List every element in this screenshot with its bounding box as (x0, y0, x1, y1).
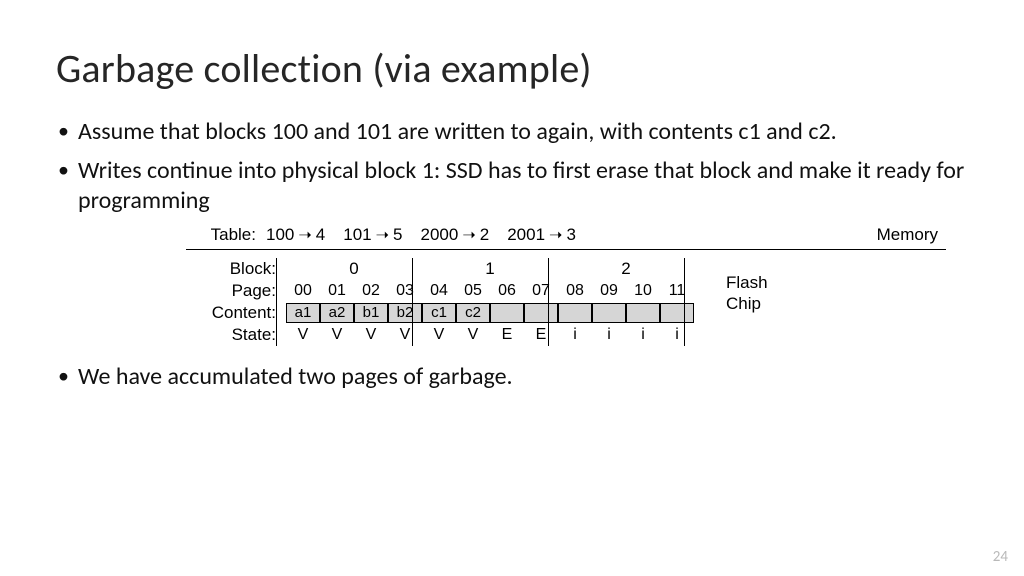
content-cell: a1 (286, 303, 320, 323)
state-cell: V (320, 325, 354, 345)
page-cell: 08 (558, 281, 592, 301)
page-cell: 07 (524, 281, 558, 301)
block-divider (684, 258, 685, 346)
content-cell (592, 303, 626, 323)
page-number: 24 (993, 548, 1008, 566)
content-cell: a2 (320, 303, 354, 323)
content-cell (524, 303, 558, 323)
mapping-physical: 3 (566, 225, 575, 245)
page-cell: 11 (660, 281, 694, 301)
content-label: Content: (186, 303, 286, 323)
page-cell: 04 (422, 281, 456, 301)
page-cell: 05 (456, 281, 490, 301)
content-cell: c2 (456, 303, 490, 323)
bullet-item: We have accumulated two pages of garbage… (56, 362, 968, 393)
page-cell: 01 (320, 281, 354, 301)
page-cell: 03 (388, 281, 422, 301)
block-number: 1 (422, 259, 558, 279)
page-label: Page: (186, 281, 286, 301)
mapping-pair: 100 ➝ 4 (266, 225, 325, 245)
page-row: Page: 000102030405060708091011 (186, 280, 946, 302)
state-cell: i (626, 325, 660, 345)
mapping-logical: 100 (266, 225, 294, 245)
content-cell (558, 303, 592, 323)
flash-label-line2: Chip (726, 294, 761, 313)
flash-label-line1: Flash (726, 273, 768, 292)
state-row: State: VVVVVVEEiiii (186, 324, 946, 346)
bullet-item: Writes continue into physical block 1: S… (56, 156, 968, 217)
state-cell: V (354, 325, 388, 345)
content-cell (660, 303, 694, 323)
mapping-physical: 2 (480, 225, 489, 245)
state-cell: V (422, 325, 456, 345)
memory-label: Memory (877, 225, 946, 245)
mapping-pair: 101 ➝ 5 (343, 225, 402, 245)
mapping-logical: 101 (343, 225, 371, 245)
ssd-diagram: Table: 100 ➝ 4 101 ➝ 5 2000 ➝ 2 2001 ➝ 3… (186, 225, 946, 346)
arrow-right-icon: ➝ (376, 225, 389, 245)
page-cell: 00 (286, 281, 320, 301)
mapping-table-row: Table: 100 ➝ 4 101 ➝ 5 2000 ➝ 2 2001 ➝ 3… (186, 225, 946, 245)
state-cell: i (592, 325, 626, 345)
block-divider (548, 258, 549, 346)
mapping-logical: 2000 (421, 225, 459, 245)
mapping-physical: 5 (393, 225, 402, 245)
block-row: Block: 0 1 2 (186, 258, 946, 280)
state-cell: E (490, 325, 524, 345)
bullet-item: Assume that blocks 100 and 101 are writt… (56, 117, 968, 148)
content-cell: b1 (354, 303, 388, 323)
arrow-right-icon: ➝ (462, 225, 475, 245)
state-cell: i (558, 325, 592, 345)
bullet-list: Assume that blocks 100 and 101 are writt… (56, 117, 968, 217)
state-cell: V (286, 325, 320, 345)
content-cell: b2 (388, 303, 422, 323)
slide: Garbage collection (via example) Assume … (0, 0, 1024, 576)
mapping-pair: 2001 ➝ 3 (507, 225, 576, 245)
state-cell: E (524, 325, 558, 345)
divider (186, 249, 946, 250)
mapping-physical: 4 (316, 225, 325, 245)
block-number: 2 (558, 259, 694, 279)
page-cell: 06 (490, 281, 524, 301)
table-label: Table: (186, 225, 266, 245)
state-cell: V (388, 325, 422, 345)
slide-title: Garbage collection (via example) (56, 44, 968, 93)
content-cell (490, 303, 524, 323)
block-divider (412, 258, 413, 346)
block-number: 0 (286, 259, 422, 279)
bullet-list: We have accumulated two pages of garbage… (56, 362, 968, 393)
content-row: Content: a1a2b1b2c1c2 (186, 302, 946, 324)
page-cell: 10 (626, 281, 660, 301)
arrow-right-icon: ➝ (298, 225, 311, 245)
state-cell: i (660, 325, 694, 345)
flash-chip-label: Flash Chip (726, 272, 768, 315)
state-cell: V (456, 325, 490, 345)
state-label: State: (186, 325, 286, 345)
mapping-logical: 2001 (507, 225, 545, 245)
page-cell: 09 (592, 281, 626, 301)
block-label: Block: (186, 259, 286, 279)
page-cell: 02 (354, 281, 388, 301)
flash-grid: Block: 0 1 2 Page: 000102030405060708091… (186, 258, 946, 346)
mapping-pair: 2000 ➝ 2 (421, 225, 490, 245)
arrow-right-icon: ➝ (549, 225, 562, 245)
content-cell: c1 (422, 303, 456, 323)
block-divider (276, 258, 277, 346)
content-cell (626, 303, 660, 323)
